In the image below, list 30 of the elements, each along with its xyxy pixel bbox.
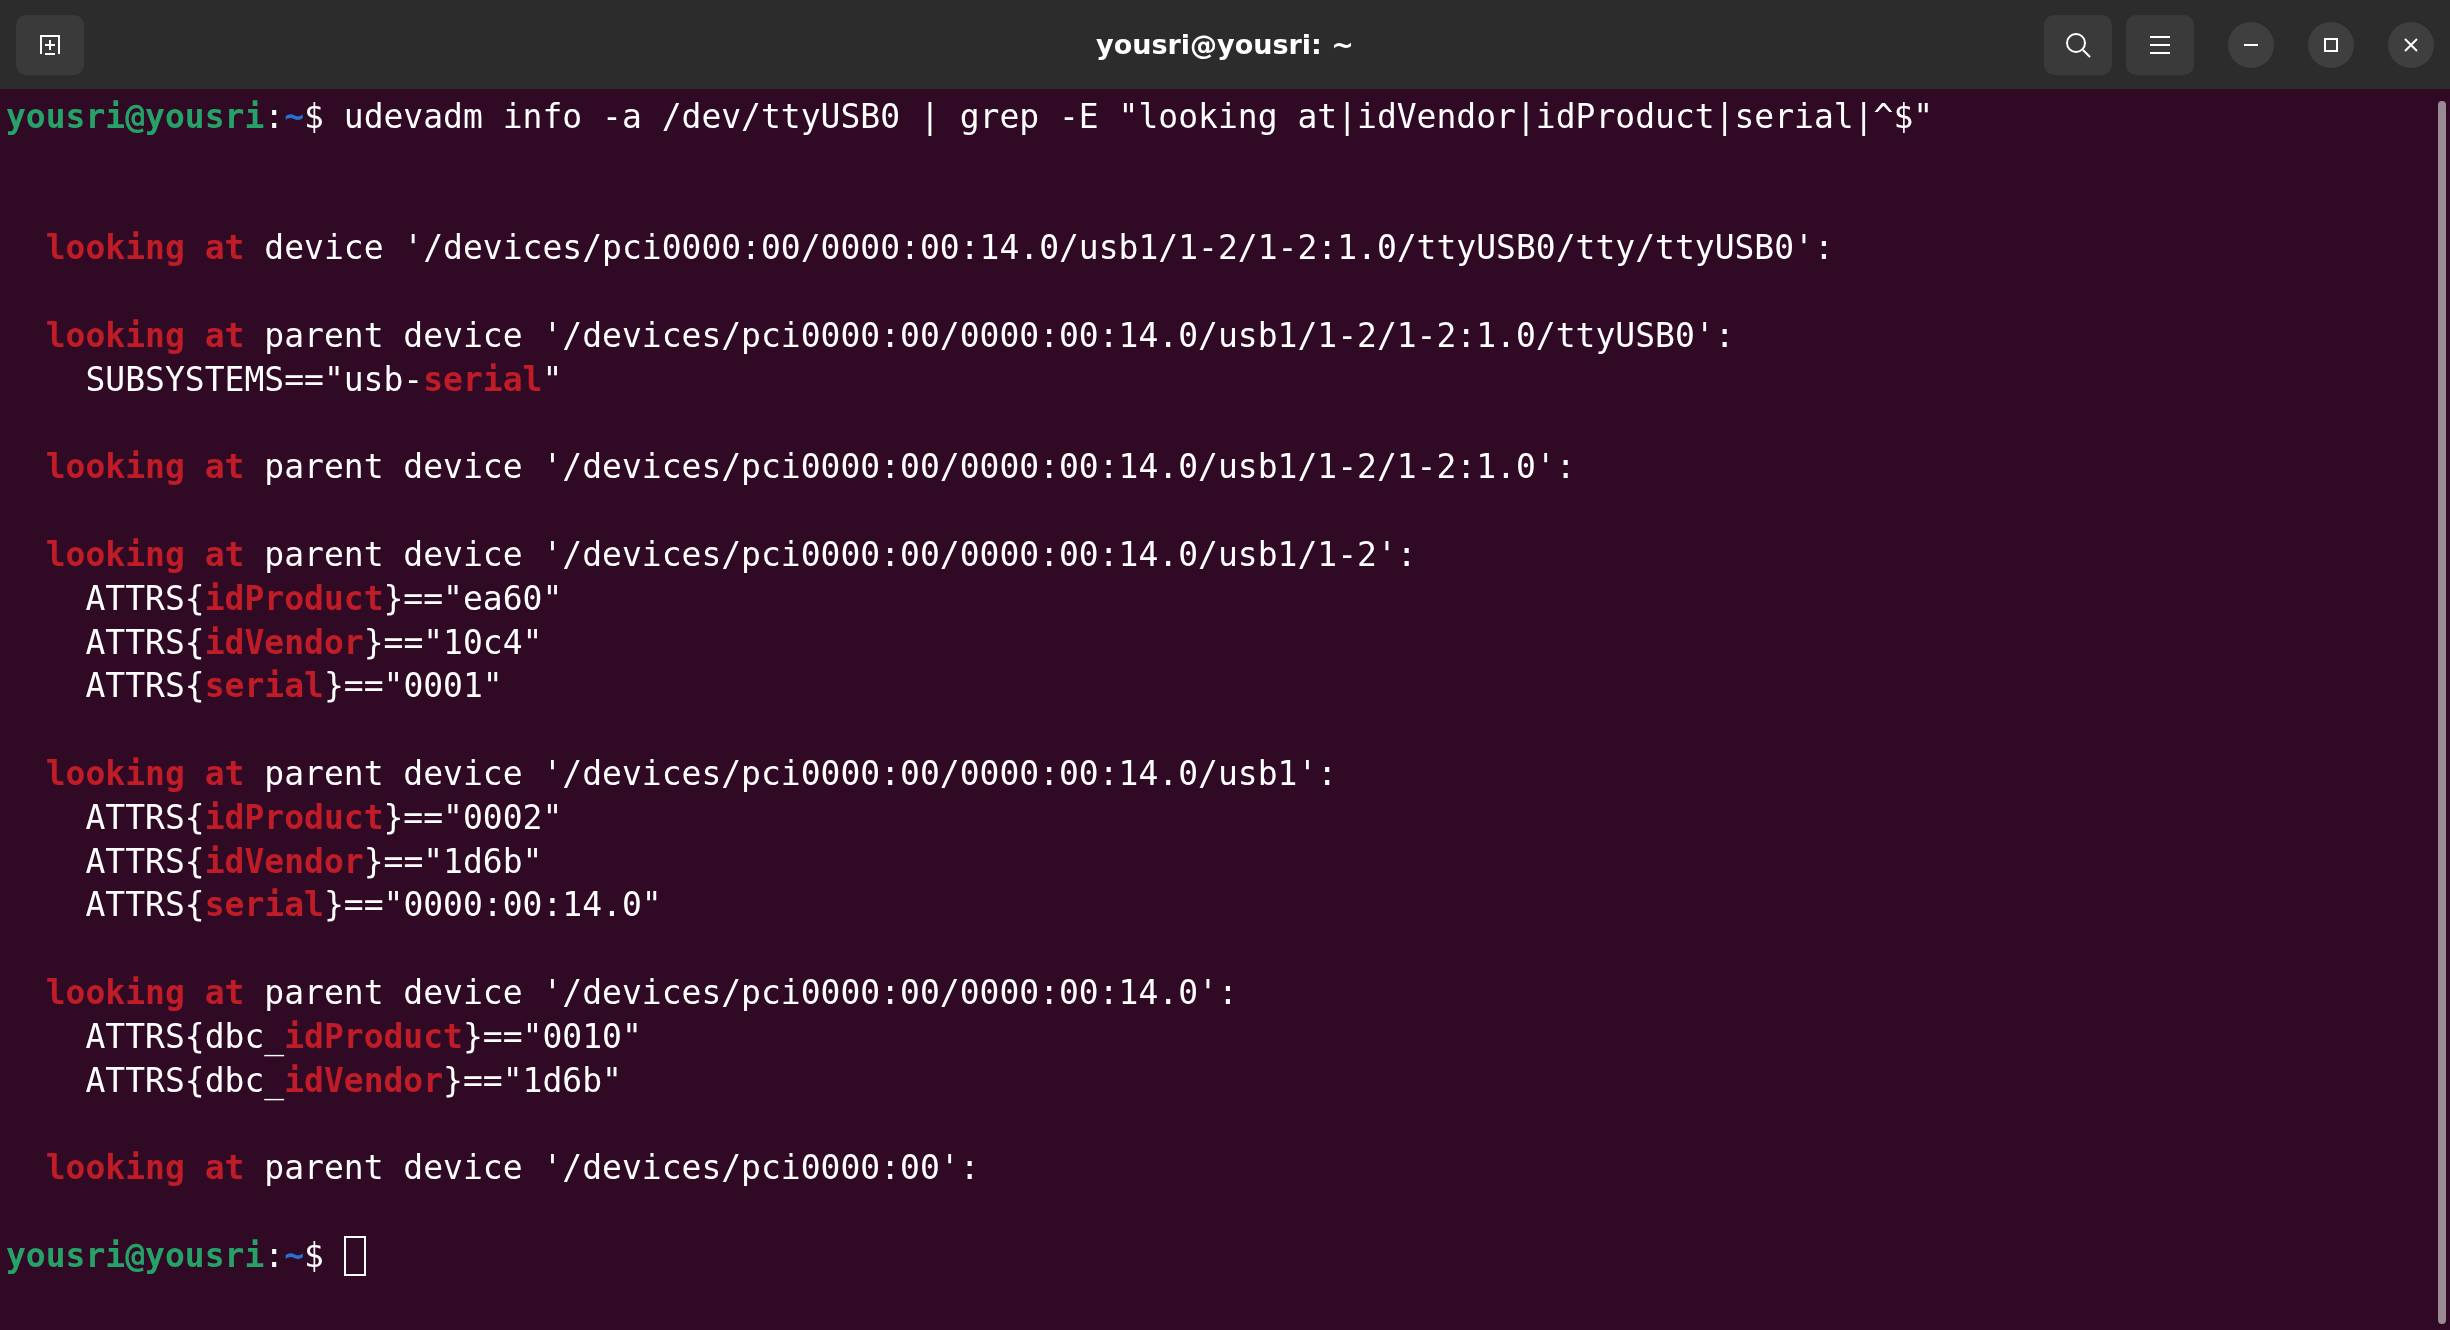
text-cursor [343, 1235, 366, 1276]
terminal-line: looking at parent device '/devices/pci0000:00': [45, 1147, 980, 1190]
terminal-line: ATTRS{idProduct}=="0002" [85, 796, 563, 839]
terminal-line: looking at parent device '/devices/pci0000:00/0000:00:14.0/usb1/1-2/1-2:1.0/ttyUSB0': [45, 315, 1735, 357]
terminal-line: looking at parent device '/devices/pci0000:00/0000:00:14.0': [45, 971, 1238, 1014]
terminal-line: looking at parent device '/devices/pci0000:00/0000:00:14.0/usb1/1-2': [45, 533, 1417, 576]
terminal-line: yousri@yousri:~$ udevadm info -a /dev/ttyUSB0 | grep -E "looking at|idVendor|idProduct|serial|^$" [6, 96, 1934, 138]
new-tab-button[interactable] [16, 14, 84, 75]
terminal-line: looking at parent device '/devices/pci0000:00/0000:00:14.0/usb1/1-2/1-2:1.0': [45, 446, 1576, 489]
menu-icon [2147, 33, 2173, 56]
terminal-line: looking at device '/devices/pci0000:00/0000:00:14.0/usb1/1-2/1-2:1.0/ttyUSB0/tty/ttyUSB0': [45, 227, 1834, 270]
close-icon [2402, 35, 2420, 54]
terminal-line: ATTRS{serial}=="0001" [85, 665, 503, 708]
terminal-line: ATTRS{idVendor}=="1d6b" [85, 840, 543, 883]
close-button[interactable] [2388, 21, 2434, 68]
terminal-line: ATTRS{idVendor}=="10c4" [85, 621, 543, 664]
terminal-line: ATTRS{dbc_idVendor}=="1d6b" [85, 1059, 622, 1103]
terminal-line: ATTRS{serial}=="0000:00:14.0" [85, 884, 662, 927]
maximize-icon [2322, 35, 2340, 54]
prompt-line: yousri@yousri:~$ [6, 1234, 325, 1277]
window-title: yousri@yousri: ~ [1096, 29, 1354, 60]
menu-button[interactable] [2126, 14, 2194, 75]
terminal-line: ATTRS{dbc_idProduct}=="0010" [85, 1015, 642, 1059]
terminal-line: looking at parent device '/devices/pci0000:00/0000:00:14.0/usb1': [45, 752, 1338, 795]
minimize-icon [2244, 43, 2258, 46]
terminal-line: ATTRS{idProduct}=="ea60" [85, 577, 563, 620]
scrollbar[interactable] [2438, 101, 2446, 1324]
terminal-line: SUBSYSTEMS=="usb-serial" [85, 358, 563, 401]
search-button[interactable] [2044, 14, 2112, 75]
maximize-button[interactable] [2308, 21, 2354, 68]
